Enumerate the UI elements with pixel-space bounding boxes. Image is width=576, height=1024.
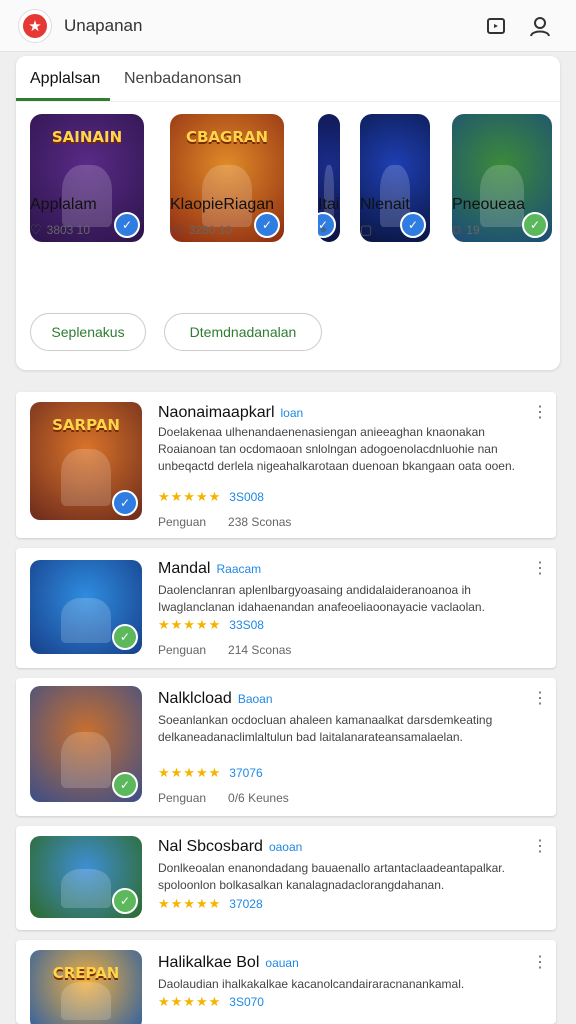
account-icon[interactable] (528, 14, 552, 38)
app-list-item-0[interactable]: SARPAN ✓ Naonaimaapkarl loan Doelakenaa ul… (16, 392, 556, 538)
app-list-title: Halikalkae Bol oauan (158, 954, 299, 971)
app-list-rating: ★★★★★ 33S08 (158, 617, 264, 632)
more-vert-icon[interactable]: ⋮ (532, 561, 548, 577)
heart-icon: ♡ (30, 222, 42, 237)
verified-check-icon: ✓ (112, 772, 138, 798)
more-vert-icon[interactable]: ⋮ (532, 839, 548, 855)
primary-pill-button[interactable]: Seplenakus (30, 313, 146, 351)
verified-check-icon: ✓ (114, 212, 140, 238)
featured-app-meta: ⧉ 19 (452, 222, 480, 237)
featured-card: Applalsan Nenbadanonsan SAINAIN ✓ Applala… (16, 56, 560, 370)
featured-app-meta: ⌖ (320, 222, 332, 238)
app-list-title: Naonaimaapkarl loan (158, 404, 304, 421)
game-character-art (61, 449, 111, 506)
verified-check-icon: ✓ (112, 490, 138, 516)
game-character-art (61, 597, 111, 643)
app-list-rating: ★★★★★ 37076 (158, 765, 263, 780)
star-logo-icon: ★ (23, 14, 47, 38)
cast-icon[interactable] (484, 14, 508, 38)
app-list-icon: CREPAN (30, 950, 142, 1024)
app-title: Unapanan (64, 16, 143, 35)
star-rating-icon: ★★★★★ (158, 896, 222, 911)
app-list-footer: Penguan 238 Sconas (158, 515, 292, 529)
featured-app-name: Pneoueaa (452, 196, 525, 213)
featured-app-meta: 👍︎ 3280 10 (170, 222, 232, 237)
more-vert-icon[interactable]: ⋮ (532, 955, 548, 971)
app-list-icon: ✓ (30, 560, 142, 654)
app-list-item-3[interactable]: ✓ Nal Sbcosbard oaoan Donlkeoalan enanond… (16, 826, 556, 930)
app-list-item-2[interactable]: ✓ Nalklcload Baoan Soeanlankan ocdocluan … (16, 678, 556, 816)
featured-app-name: Nlenait (360, 196, 410, 213)
featured-app-name: KlaopieRiagan (170, 196, 275, 213)
featured-app-meta: ▢ (360, 222, 377, 238)
verified-check-icon: ✓ (400, 212, 426, 238)
app-list-description: Doelakenaa ulhenandaenenasiengan anieeag… (158, 425, 515, 473)
star-rating-icon: ★★★★★ (158, 489, 222, 504)
app-list-rating: ★★★★★ 3S070 (158, 994, 264, 1009)
game-art-title: CREPAN (52, 964, 120, 982)
app-logo[interactable]: ★ (18, 9, 52, 43)
star-rating-icon: ★★★★★ (158, 994, 222, 1009)
app-list-icon: SARPAN ✓ (30, 402, 142, 520)
app-list-title: Nal Sbcosbard oaoan (158, 838, 303, 855)
verified-check-icon: ✓ (112, 624, 138, 650)
featured-app-meta: ♡ 3803 10 (30, 222, 91, 237)
verified-check-icon: ✓ (112, 888, 138, 914)
secondary-pill-button[interactable]: Dtemdnadanalan (164, 313, 322, 351)
game-character-art (61, 732, 111, 789)
app-list-description: Donlkeoalan enanondadang bauaenallo arta… (158, 861, 505, 892)
top-app-bar: ★ Unapanan (0, 0, 576, 52)
tab-applications[interactable]: Applalsan (30, 70, 100, 88)
thumb-up-icon: 👍︎ (170, 222, 184, 237)
app-list-title: Nalklcload Baoan (158, 690, 273, 707)
app-list-icon: ✓ (30, 686, 142, 802)
app-list-title: Mandal Raacam (158, 560, 262, 577)
app-list-rating: ★★★★★ 3S008 (158, 489, 264, 504)
verified-check-icon: ✓ (522, 212, 548, 238)
featured-app-name: Applalam (30, 196, 97, 213)
gallery-icon: ⧉ (452, 222, 462, 237)
app-list-item-4[interactable]: CREPAN Halikalkae Bol oauan Daolaudian ih… (16, 940, 556, 1024)
app-list-description: Daolenclanran aplenlbargyoasaing andidal… (158, 583, 485, 614)
game-art-title: SARPAN (52, 416, 120, 434)
star-rating-icon: ★★★★★ (158, 765, 222, 780)
game-character-art (61, 982, 111, 1021)
app-list-icon: ✓ (30, 836, 142, 918)
app-list-footer: Penguan 214 Sconas (158, 643, 292, 657)
image-icon: ▢ (360, 222, 373, 237)
app-list-rating: ★★★★★ 37028 (158, 896, 263, 911)
app-list-description: Daolaudian ihalkakalkae kacanolcandairar… (158, 977, 465, 991)
tab-divider (16, 101, 560, 102)
star-rating-icon: ★★★★★ (158, 617, 222, 632)
more-vert-icon[interactable]: ⋮ (532, 691, 548, 707)
game-character-art (61, 868, 111, 909)
game-art-title: SAINAIN (51, 128, 123, 146)
featured-app-name: Itai (318, 196, 340, 213)
pin-icon: ⌖ (320, 222, 328, 237)
app-list-item-1[interactable]: ✓ Mandal Raacam Daolenclanran aplenlbargy… (16, 548, 556, 668)
more-vert-icon[interactable]: ⋮ (532, 405, 548, 421)
app-list-footer: Penguan 0/6 Keunes (158, 791, 289, 805)
app-list-description: Soeanlankan ocdocluan ahaleen kamanaalka… (158, 713, 493, 744)
verified-check-icon: ✓ (254, 212, 280, 238)
game-art-title: CBAGRAN (185, 128, 269, 146)
tab-recommendations[interactable]: Nenbadanonsan (124, 70, 241, 88)
